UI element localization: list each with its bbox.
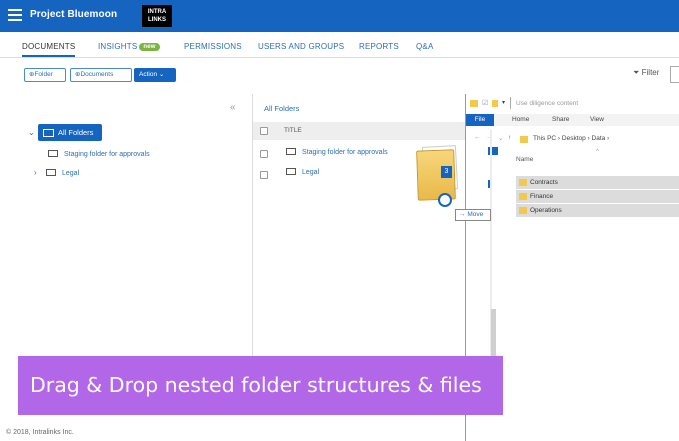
quick-access-icon[interactable]: ☑: [482, 99, 488, 107]
move-tooltip-label: Move: [467, 211, 484, 218]
select-all-checkbox[interactable]: [260, 127, 268, 135]
folder-icon: [519, 207, 527, 214]
explorer-titlebar: ☑ ▾ Use diligence content: [466, 94, 679, 114]
explorer-folder-row[interactable]: Operations: [516, 204, 679, 217]
tab-permissions[interactable]: PERMISSIONS: [184, 42, 242, 51]
explorer-ribbon: File Home Share View: [466, 114, 679, 126]
list-item[interactable]: Legal: [286, 168, 319, 176]
new-folder-icon[interactable]: [492, 100, 498, 107]
tab-qa[interactable]: Q&A: [416, 42, 434, 51]
up-arrow-icon[interactable]: ↑: [508, 134, 511, 141]
add-folder-label: Folder: [34, 71, 53, 78]
explorer-title: Use diligence content: [516, 100, 579, 107]
folder-label: Finance: [530, 193, 554, 200]
list-item[interactable]: Staging folder for approvals: [286, 148, 388, 156]
customize-dropdown-icon[interactable]: ▾: [502, 99, 505, 106]
drag-cursor-icon: [438, 193, 452, 207]
new-badge: new: [139, 43, 160, 51]
caption-banner: Drag & Drop nested folder structures & f…: [18, 356, 503, 415]
hamburger-menu-icon[interactable]: [8, 9, 22, 21]
drag-count-badge: 3: [441, 166, 452, 178]
filter-icon: ⏷: [633, 68, 640, 77]
tree-item-legal[interactable]: Legal: [46, 169, 79, 177]
tree-item-all-folders[interactable]: All Folders: [38, 124, 102, 141]
tree-item-staging[interactable]: Staging folder for approvals: [48, 150, 150, 158]
tab-reports[interactable]: REPORTS: [359, 42, 399, 51]
action-label: Action: [139, 71, 158, 78]
explorer-folder-row[interactable]: Finance: [516, 190, 679, 203]
intralinks-logo: INTRA LINKS: [142, 5, 172, 27]
folder-icon: [519, 193, 527, 200]
title-separator: [510, 97, 511, 109]
tree-item-label: Legal: [62, 170, 80, 177]
filter-label: Filter: [641, 68, 660, 77]
main-tabs: DOCUMENTS INSIGHTS new PERMISSIONS USERS …: [0, 38, 679, 58]
move-tooltip: → Move: [455, 209, 491, 221]
explorer-folder-row[interactable]: Contracts: [516, 176, 679, 189]
folder-icon: [286, 168, 296, 175]
add-documents-button[interactable]: ⊕Documents: [70, 68, 132, 82]
recent-dropdown-icon[interactable]: ⌄: [498, 134, 503, 142]
address-bar[interactable]: ← → ⌄ ↑ This PC › Desktop › Data ›: [466, 132, 679, 146]
chevron-down-icon: ⌄: [158, 71, 165, 78]
filter-input[interactable]: [670, 66, 679, 83]
row-checkbox[interactable]: [260, 171, 268, 179]
breadcrumb[interactable]: All Folders: [264, 104, 299, 113]
folder-label: Operations: [530, 207, 562, 214]
folder-icon: [519, 179, 527, 186]
action-button[interactable]: Action ⌄: [134, 68, 176, 82]
filter-button[interactable]: ⏷ Filter: [633, 68, 659, 78]
chevron-down-icon[interactable]: ⌄: [28, 128, 35, 137]
folder-icon: [286, 148, 296, 155]
folder-icon: [470, 100, 478, 107]
tab-users-and-groups[interactable]: USERS AND GROUPS: [258, 42, 344, 51]
top-bar: Project Bluemoon INTRA LINKS: [0, 0, 679, 32]
chevron-right-icon[interactable]: ›: [34, 168, 37, 177]
sort-chevron-icon[interactable]: ^: [596, 149, 599, 155]
tree-item-label: Staging folder for approvals: [64, 151, 150, 158]
tab-insights[interactable]: INSIGHTS new: [98, 42, 160, 51]
tab-documents[interactable]: DOCUMENTS: [22, 42, 76, 57]
folder-label: Contracts: [530, 179, 558, 186]
ribbon-tab-share[interactable]: Share: [552, 116, 569, 123]
folder-icon: [520, 136, 528, 143]
ribbon-tab-file[interactable]: File: [466, 114, 494, 126]
name-column-header[interactable]: Name: [516, 156, 533, 163]
list-item-label: Legal: [302, 169, 320, 176]
collapse-panel-icon[interactable]: «: [230, 102, 236, 113]
folder-icon: [48, 150, 58, 157]
list-item-label: Staging folder for approvals: [302, 149, 388, 156]
project-title[interactable]: Project Bluemoon: [30, 9, 117, 20]
folder-icon: [46, 169, 56, 176]
ribbon-tab-view[interactable]: View: [590, 116, 604, 123]
add-folder-button[interactable]: ⊕Folder: [24, 68, 66, 82]
title-column-header[interactable]: TITLE: [284, 127, 302, 134]
footer-copyright: © 2018, Intralinks Inc.: [6, 429, 74, 436]
row-checkbox[interactable]: [260, 150, 268, 158]
back-arrow-icon[interactable]: ←: [474, 134, 481, 141]
tab-insights-label: INSIGHTS: [98, 42, 138, 51]
folder-icon: [43, 129, 54, 137]
tree-item-label: All Folders: [58, 128, 94, 137]
address-path: This PC › Desktop › Data ›: [533, 135, 610, 142]
add-documents-label: Documents: [80, 71, 114, 78]
ribbon-tab-home[interactable]: Home: [512, 116, 529, 123]
